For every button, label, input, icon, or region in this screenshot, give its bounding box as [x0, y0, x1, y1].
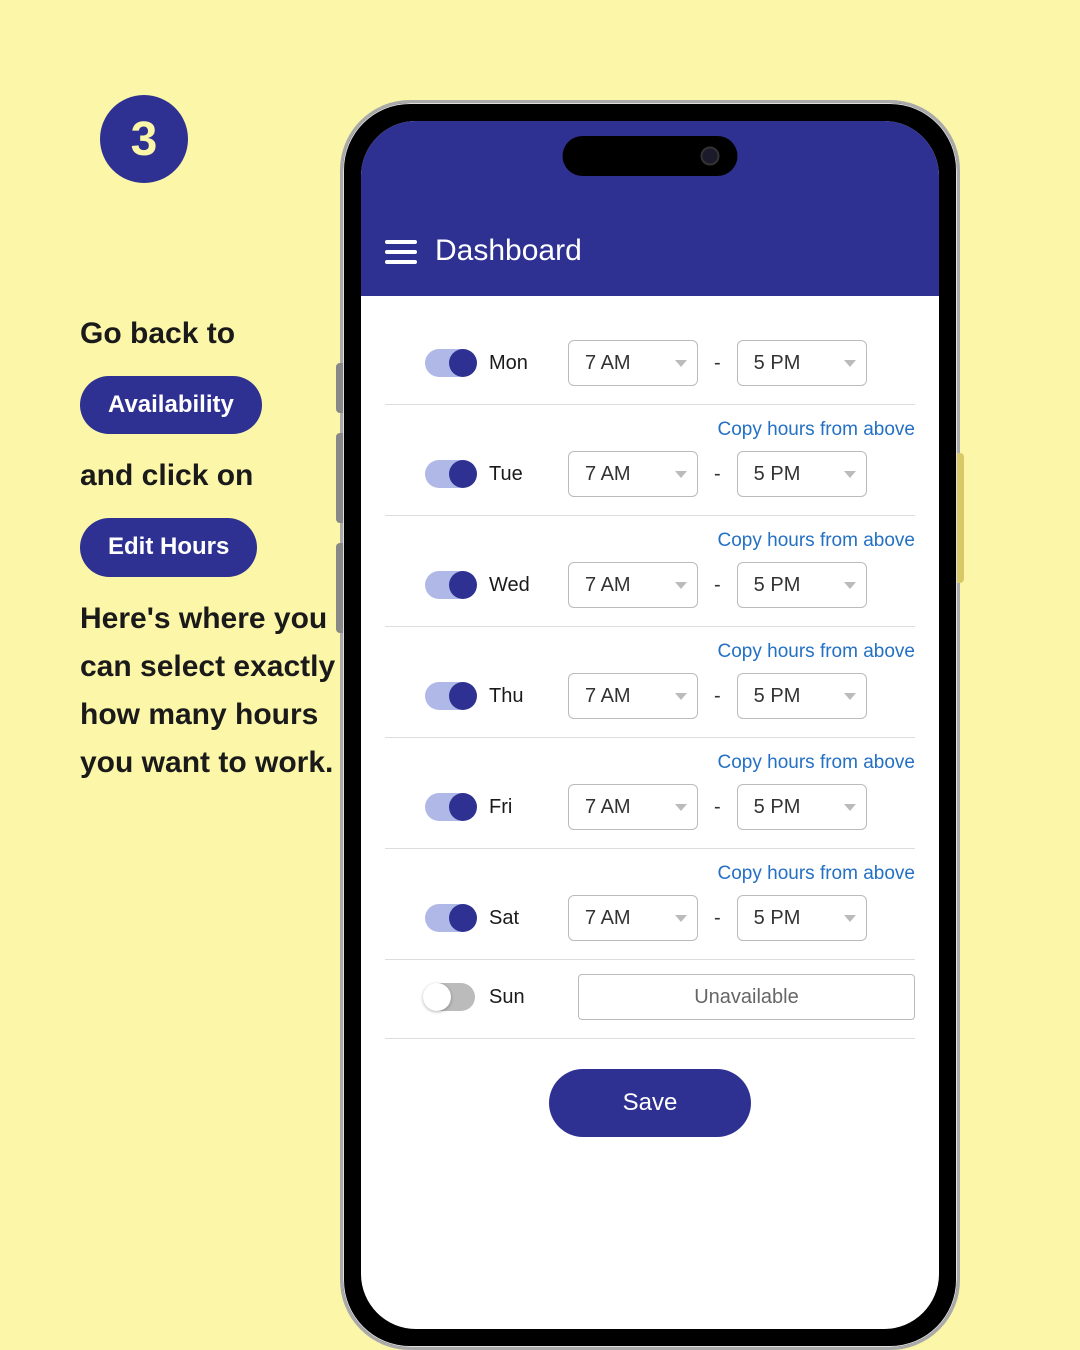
end-time-select-fri[interactable]: 5 PM: [737, 784, 867, 830]
edit-hours-pill: Edit Hours: [80, 518, 257, 576]
start-time-select-fri[interactable]: 7 AM: [568, 784, 698, 830]
chevron-down-icon: [675, 471, 687, 478]
chevron-down-icon: [675, 915, 687, 922]
start-time-value: 7 AM: [585, 796, 631, 819]
start-time-select-mon[interactable]: 7 AM: [568, 340, 698, 386]
end-time-value: 5 PM: [754, 352, 801, 375]
day-row-thu: Copy hours from above Thu 7 AM - 5 PM: [385, 627, 915, 738]
phone-side-button: [336, 543, 343, 633]
start-time-select-thu[interactable]: 7 AM: [568, 673, 698, 719]
chevron-down-icon: [844, 915, 856, 922]
copy-hours-link[interactable]: Copy hours from above: [718, 419, 916, 441]
time-separator: -: [712, 574, 723, 597]
instructions-panel: Go back to Availability and click on Edi…: [80, 300, 340, 797]
end-time-value: 5 PM: [754, 574, 801, 597]
step-badge: 3: [100, 95, 188, 183]
phone-frame: Dashboard Mon 7 AM - 5 PM: [340, 100, 960, 1350]
time-separator: -: [712, 463, 723, 486]
start-time-select-sat[interactable]: 7 AM: [568, 895, 698, 941]
copy-hours-link[interactable]: Copy hours from above: [718, 530, 916, 552]
instruction-line: Here's where you can select exactly how …: [80, 595, 340, 787]
save-button-wrap: Save: [385, 1039, 915, 1167]
end-time-select-sat[interactable]: 5 PM: [737, 895, 867, 941]
time-separator: -: [712, 907, 723, 930]
phone-side-button: [336, 363, 343, 413]
end-time-select-mon[interactable]: 5 PM: [737, 340, 867, 386]
toggle-tue[interactable]: [425, 460, 475, 488]
phone-side-button: [336, 433, 343, 523]
chevron-down-icon: [844, 804, 856, 811]
day-row-sat: Copy hours from above Sat 7 AM - 5 PM: [385, 849, 915, 960]
end-time-value: 5 PM: [754, 907, 801, 930]
chevron-down-icon: [675, 582, 687, 589]
time-separator: -: [712, 685, 723, 708]
start-time-value: 7 AM: [585, 463, 631, 486]
day-label: Wed: [489, 574, 554, 597]
copy-hours-link[interactable]: Copy hours from above: [718, 752, 916, 774]
phone-side-button: [957, 453, 964, 583]
end-time-value: 5 PM: [754, 685, 801, 708]
day-label: Sun: [489, 986, 554, 1009]
availability-pill: Availability: [80, 376, 262, 434]
start-time-value: 7 AM: [585, 574, 631, 597]
chevron-down-icon: [844, 360, 856, 367]
copy-hours-link[interactable]: Copy hours from above: [718, 863, 916, 885]
day-label: Mon: [489, 352, 554, 375]
toggle-thu[interactable]: [425, 682, 475, 710]
start-time-value: 7 AM: [585, 685, 631, 708]
day-label: Tue: [489, 463, 554, 486]
day-label: Sat: [489, 907, 554, 930]
chevron-down-icon: [844, 471, 856, 478]
start-time-select-wed[interactable]: 7 AM: [568, 562, 698, 608]
instruction-line: and click on: [80, 452, 340, 500]
page-title: Dashboard: [435, 234, 582, 268]
copy-hours-link[interactable]: Copy hours from above: [718, 641, 916, 663]
toggle-mon[interactable]: [425, 349, 475, 377]
day-row-tue: Copy hours from above Tue 7 AM - 5 PM: [385, 405, 915, 516]
chevron-down-icon: [844, 693, 856, 700]
phone-notch: [563, 136, 738, 176]
step-number: 3: [131, 112, 158, 167]
toggle-fri[interactable]: [425, 793, 475, 821]
start-time-select-tue[interactable]: 7 AM: [568, 451, 698, 497]
end-time-select-thu[interactable]: 5 PM: [737, 673, 867, 719]
unavailable-label: Unavailable: [578, 974, 915, 1020]
toggle-sat[interactable]: [425, 904, 475, 932]
day-row-sun: Sun Unavailable: [385, 960, 915, 1039]
phone-screen: Dashboard Mon 7 AM - 5 PM: [361, 121, 939, 1329]
day-label: Thu: [489, 685, 554, 708]
end-time-select-tue[interactable]: 5 PM: [737, 451, 867, 497]
day-row-fri: Copy hours from above Fri 7 AM - 5 PM: [385, 738, 915, 849]
hamburger-menu-icon[interactable]: [385, 240, 417, 268]
end-time-select-wed[interactable]: 5 PM: [737, 562, 867, 608]
instruction-line: Go back to: [80, 310, 340, 358]
end-time-value: 5 PM: [754, 796, 801, 819]
toggle-sun[interactable]: [425, 983, 475, 1011]
chevron-down-icon: [844, 582, 856, 589]
start-time-value: 7 AM: [585, 907, 631, 930]
chevron-down-icon: [675, 804, 687, 811]
start-time-value: 7 AM: [585, 352, 631, 375]
toggle-wed[interactable]: [425, 571, 475, 599]
day-row-mon: Mon 7 AM - 5 PM: [385, 326, 915, 405]
save-button[interactable]: Save: [549, 1069, 752, 1137]
time-separator: -: [712, 352, 723, 375]
chevron-down-icon: [675, 360, 687, 367]
day-row-wed: Copy hours from above Wed 7 AM - 5 PM: [385, 516, 915, 627]
day-label: Fri: [489, 796, 554, 819]
availability-form: Mon 7 AM - 5 PM Copy hours from above: [361, 296, 939, 1167]
end-time-value: 5 PM: [754, 463, 801, 486]
chevron-down-icon: [675, 693, 687, 700]
time-separator: -: [712, 796, 723, 819]
